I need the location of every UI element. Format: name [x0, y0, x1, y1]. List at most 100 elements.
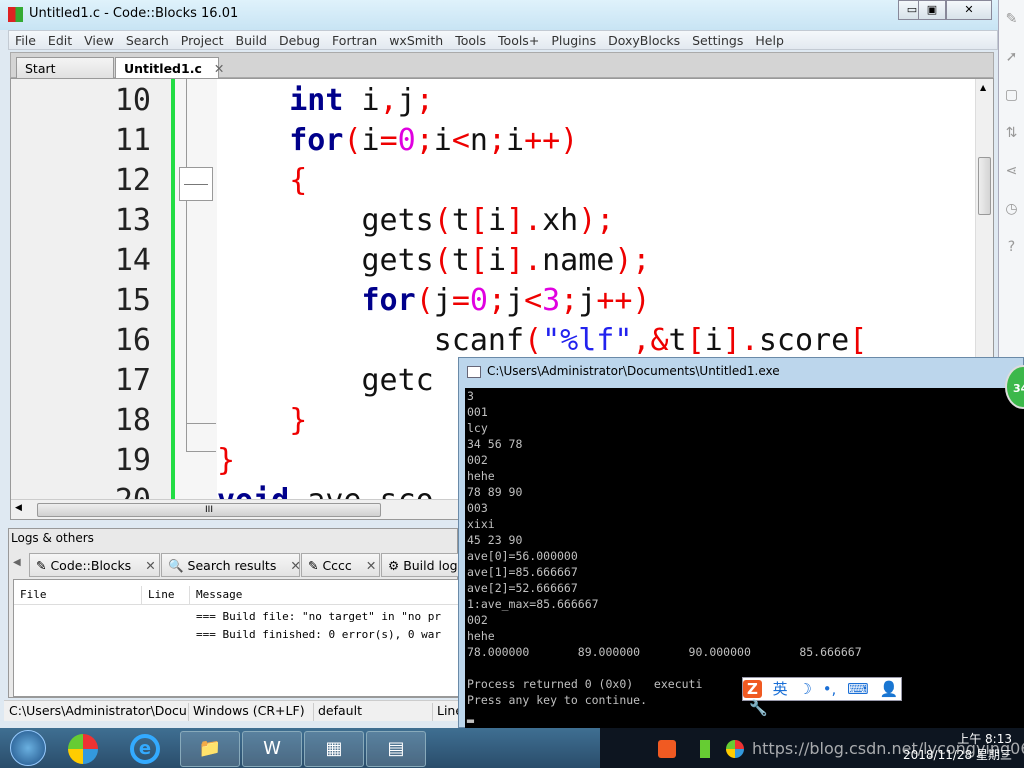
code-token: ++): [524, 123, 579, 158]
history-icon: ◷: [1005, 201, 1018, 217]
user-icon[interactable]: 👤: [880, 680, 899, 698]
close-icon[interactable]: ✕: [290, 558, 300, 573]
close-icon[interactable]: ✕: [366, 558, 376, 573]
help-icon: ?: [1007, 239, 1016, 255]
clock[interactable]: 上午 8:13 2018/11/28 星期三: [903, 731, 1012, 763]
wps-office-icon[interactable]: W: [242, 731, 302, 767]
scroll-left-icon[interactable]: ◀: [15, 503, 22, 513]
close-icon[interactable]: ✕: [145, 558, 155, 573]
codeblocks-logo-icon: [8, 7, 23, 22]
code-line[interactable]: gets(t[i].name);: [217, 241, 975, 281]
log-message: === Build finished: 0 error(s), 0 war: [196, 628, 442, 641]
tab-icon: ✎: [308, 558, 323, 573]
close-button[interactable]: ✕: [946, 0, 992, 20]
code-token: (: [433, 243, 452, 278]
menu-project[interactable]: Project: [175, 31, 230, 48]
moon-icon[interactable]: ☽: [798, 680, 811, 698]
code-token: i: [343, 83, 380, 118]
menu-build[interactable]: Build: [230, 31, 273, 48]
console-taskbar-icon[interactable]: ▤: [366, 731, 426, 767]
code-token: gets: [217, 243, 434, 278]
menu-tools[interactable]: Tools: [449, 31, 492, 48]
log-tab-searchresults[interactable]: 🔍 Search results ✕: [161, 553, 301, 577]
log-message: === Build file: "no target" in "no pr: [196, 610, 442, 623]
menu-file[interactable]: File: [9, 31, 42, 48]
code-line[interactable]: for(j=0;j<3;j++): [217, 281, 975, 321]
code-line[interactable]: {: [217, 161, 975, 201]
scroll-thumb[interactable]: [978, 157, 991, 215]
menu-help[interactable]: Help: [749, 31, 790, 48]
menu-bar: File Edit View Search Project Build Debug Fortr…: [8, 30, 998, 50]
photos-app-icon[interactable]: [68, 734, 98, 764]
code-token: for: [361, 283, 416, 318]
code-token: {: [289, 163, 308, 198]
code-token: (: [524, 323, 543, 358]
code-token: ;: [487, 283, 506, 318]
file-explorer-icon[interactable]: 📁: [180, 731, 240, 767]
codeblocks-taskbar-icon[interactable]: ▦: [304, 731, 364, 767]
taskbar: e 📁 W ▦ ▤ https://blog.csdn.net/lycongyi…: [0, 728, 1024, 768]
punctuation-icon[interactable]: •,: [823, 680, 837, 698]
console-title: C:\Users\Administrator\Documents\Untitle…: [487, 364, 780, 378]
scroll-up-icon[interactable]: ▲: [980, 83, 986, 92]
start-button[interactable]: [10, 730, 46, 766]
code-line[interactable]: gets(t[i].xh);: [217, 201, 975, 241]
close-icon[interactable]: ✕: [214, 61, 224, 76]
ime-toolbar[interactable]: Z 英 ☽ •, ⌨ 👤 🔧: [742, 677, 902, 717]
code-token: (: [415, 283, 434, 318]
code-token: i: [487, 203, 506, 238]
code-token: getc: [217, 363, 434, 398]
code-token: 0: [469, 283, 488, 318]
menu-view[interactable]: View: [78, 31, 120, 48]
menu-debug[interactable]: Debug: [273, 31, 326, 48]
column-line[interactable]: Line: [142, 586, 190, 604]
code-token: int: [289, 83, 344, 118]
keyboard-icon[interactable]: ⌨: [847, 680, 869, 698]
line-number: 17: [114, 363, 151, 398]
column-file[interactable]: File: [14, 586, 142, 604]
ime-language-toggle[interactable]: 英: [773, 678, 788, 699]
usb-icon[interactable]: [700, 740, 710, 758]
tab-label: Code::Blocks: [50, 558, 132, 573]
line-number: 11: [114, 123, 151, 158]
code-line[interactable]: for(i=0;i<n;i++): [217, 121, 975, 161]
menu-plugins[interactable]: Plugins: [545, 31, 602, 48]
log-tab-codeblocks[interactable]: ✎ Code::Blocks ✕: [29, 553, 160, 577]
code-token: =: [379, 123, 398, 158]
line-number: 15: [114, 283, 151, 318]
console-window[interactable]: C:\Users\Administrator\Documents\Untitle…: [458, 357, 1024, 729]
code-line[interactable]: int i,j;: [217, 81, 975, 121]
maximize-button[interactable]: ▣: [918, 0, 946, 20]
log-tab-buildlog[interactable]: ⚙ Build log: [381, 553, 461, 577]
menu-search[interactable]: Search: [120, 31, 175, 48]
tab-untitled1[interactable]: Untitled1.c ✕: [115, 57, 224, 79]
ie-browser-icon[interactable]: e: [130, 734, 160, 764]
menu-settings[interactable]: Settings: [686, 31, 749, 48]
wrench-icon[interactable]: 🔧: [749, 699, 768, 717]
column-message[interactable]: Message: [190, 586, 460, 604]
code-token: j: [578, 283, 597, 318]
code-token: );: [614, 243, 651, 278]
menu-fortran[interactable]: Fortran: [326, 31, 383, 48]
log-tab-cccc[interactable]: ✎ Cccc ✕: [301, 553, 380, 577]
menu-wxsmith[interactable]: wxSmith: [383, 31, 449, 48]
menu-edit[interactable]: Edit: [42, 31, 78, 48]
sogou-tray-icon[interactable]: [658, 740, 676, 758]
code-token: ].: [722, 323, 759, 358]
logs-title: Logs & others: [11, 531, 94, 545]
tab-start-here[interactable]: Start here✕: [16, 57, 114, 91]
code-token: xh: [542, 203, 579, 238]
code-line[interactable]: scanf("%lf",&t[i].score[: [217, 321, 975, 361]
tray-app-icon[interactable]: [726, 740, 744, 758]
menu-doxyblocks[interactable]: DoxyBlocks: [602, 31, 686, 48]
scroll-thumb[interactable]: III: [37, 503, 381, 517]
tab-scroll-left-icon[interactable]: ◀: [13, 557, 21, 568]
sort-icon: ⇅: [1005, 125, 1018, 141]
menu-tools[interactable]: Tools+: [492, 31, 545, 48]
sogou-logo-icon[interactable]: Z: [743, 680, 762, 698]
code-token: <: [451, 123, 470, 158]
tab-icon: ⚙: [388, 558, 404, 573]
